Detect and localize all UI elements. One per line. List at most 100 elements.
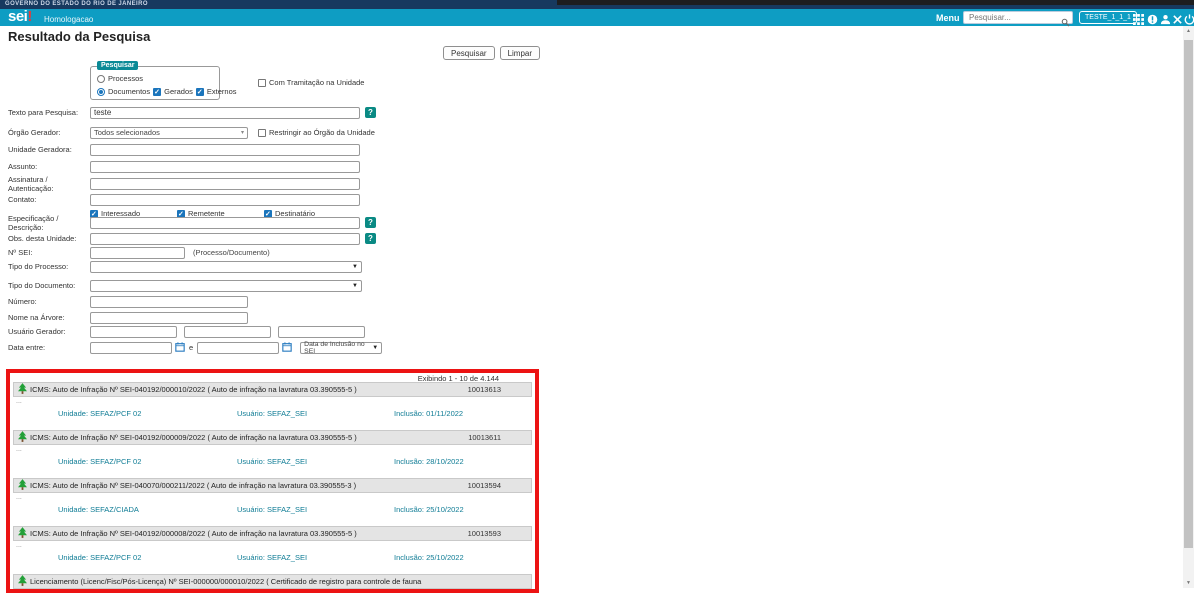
label-data-entre: Data entre: xyxy=(8,343,90,352)
unidade-geradora-input[interactable] xyxy=(90,144,360,156)
label-orgao-gerador: Órgão Gerador: xyxy=(8,128,90,137)
result-header[interactable]: ICMS: Auto de Infração Nº SEI-040192/000… xyxy=(13,382,532,397)
close-icon[interactable] xyxy=(1172,12,1184,23)
form-actions: Pesquisar Limpar xyxy=(443,46,540,60)
help-texto-icon[interactable]: ? xyxy=(365,107,376,118)
sei-logo[interactable]: sei! xyxy=(8,8,32,25)
result-usuario[interactable]: Usuário: SEFAZ_SEI xyxy=(237,553,394,562)
nsei-input[interactable] xyxy=(90,247,185,259)
search-type-fieldset: Pesquisar Processos Documentos Gerados E… xyxy=(90,66,220,100)
checkbox-restringir[interactable] xyxy=(258,129,266,137)
user-icon[interactable] xyxy=(1160,12,1172,23)
orgao-gerador-value: Todos selecionados xyxy=(94,128,160,137)
result-number: 10013613 xyxy=(468,385,501,394)
tipo-documento-select[interactable]: ▼ xyxy=(90,280,362,292)
government-bar-text: GOVERNO DO ESTADO DO RIO DE JANEIRO xyxy=(5,1,148,7)
clear-button[interactable]: Limpar xyxy=(500,46,540,60)
grid-icon[interactable] xyxy=(1133,12,1145,23)
texto-pesquisa-input[interactable] xyxy=(90,107,360,119)
usuario-gerador-input-2[interactable] xyxy=(184,326,271,338)
tree-icon[interactable] xyxy=(18,477,27,495)
calendar-icon[interactable] xyxy=(175,339,185,357)
radio-documentos[interactable] xyxy=(97,88,105,96)
result-header[interactable]: ICMS: Auto de Infração Nº SEI-040070/000… xyxy=(13,478,532,493)
result-unidade[interactable]: Unidade: SEFAZ/PCF 02 xyxy=(58,457,237,466)
result-item: ICMS: Auto de Infração Nº SEI-040070/000… xyxy=(10,478,535,526)
result-header[interactable]: Licenciamento (Licenc/Fisc/Pós-Licença) … xyxy=(13,574,532,589)
data-tipo-select[interactable]: Data de Inclusão no SEI ▼ xyxy=(300,342,382,354)
header-search[interactable] xyxy=(963,11,1073,24)
info-icon[interactable] xyxy=(1147,12,1159,23)
result-unidade[interactable]: Unidade: SEFAZ/PCF 02 xyxy=(58,409,237,418)
label-obs-unidade: Obs. desta Unidade: xyxy=(8,234,90,243)
chevron-down-icon: ▼ xyxy=(352,283,358,289)
contato-input[interactable] xyxy=(90,194,360,206)
calendar-icon[interactable] xyxy=(282,339,292,357)
result-unidade[interactable]: Unidade: SEFAZ/CIADA xyxy=(58,505,237,514)
result-header[interactable]: ICMS: Auto de Infração Nº SEI-040192/000… xyxy=(13,430,532,445)
result-title[interactable]: ICMS: Auto de Infração Nº SEI-040192/000… xyxy=(30,529,468,538)
menu-button[interactable]: Menu xyxy=(936,13,960,23)
label-tipo-documento: Tipo do Documento: xyxy=(8,281,90,290)
scroll-down-icon[interactable]: ▼ xyxy=(1183,580,1194,586)
header-search-input[interactable] xyxy=(967,12,1059,23)
radio-processos[interactable] xyxy=(97,75,105,83)
result-item: ICMS: Auto de Infração Nº SEI-040192/000… xyxy=(10,430,535,478)
search-button[interactable]: Pesquisar xyxy=(443,46,495,60)
result-title[interactable]: ICMS: Auto de Infração Nº SEI-040070/000… xyxy=(30,481,468,490)
current-user-button[interactable]: TESTE_1_1_1 xyxy=(1079,11,1137,24)
result-unidade[interactable]: Unidade: SEFAZ/PCF 02 xyxy=(58,553,237,562)
usuario-gerador-input-3[interactable] xyxy=(278,326,365,338)
numero-input[interactable] xyxy=(90,296,248,308)
usuario-gerador-input-1[interactable] xyxy=(90,326,177,338)
checkbox-externos-label: Externos xyxy=(207,87,237,96)
data-fim-input[interactable] xyxy=(197,342,279,354)
page-title: Resultado da Pesquisa xyxy=(8,29,150,44)
result-usuario[interactable]: Usuário: SEFAZ_SEI xyxy=(237,505,394,514)
tree-icon[interactable] xyxy=(18,525,27,543)
sei-logo-text: sei xyxy=(8,8,27,25)
result-title[interactable]: ICMS: Auto de Infração Nº SEI-040192/000… xyxy=(30,433,468,442)
search-icon[interactable] xyxy=(1061,14,1070,32)
result-inclusao: Inclusão: 25/10/2022 xyxy=(394,553,464,562)
result-number: 10013611 xyxy=(468,433,501,442)
between-e-label: e xyxy=(189,343,193,352)
assinatura-input[interactable] xyxy=(90,178,360,190)
result-usuario[interactable]: Usuário: SEFAZ_SEI xyxy=(237,457,394,466)
vertical-scrollbar[interactable]: ▲ ▼ xyxy=(1183,26,1194,588)
checkbox-gerados[interactable] xyxy=(153,88,161,96)
assunto-input[interactable] xyxy=(90,161,360,173)
label-unidade-geradora: Unidade Geradora: xyxy=(8,145,90,154)
help-especificacao-icon[interactable]: ? xyxy=(365,217,376,228)
tree-icon[interactable] xyxy=(18,429,27,447)
nsei-hint: (Processo/Documento) xyxy=(193,248,270,257)
power-icon[interactable] xyxy=(1184,12,1194,23)
tree-icon[interactable] xyxy=(18,573,27,591)
tipo-processo-select[interactable]: ▼ xyxy=(90,261,362,273)
help-obs-icon[interactable]: ? xyxy=(365,233,376,244)
result-number: 10013594 xyxy=(468,481,501,490)
scroll-up-icon[interactable]: ▲ xyxy=(1183,28,1194,34)
orgao-gerador-select[interactable]: Todos selecionados ▾ xyxy=(90,127,248,139)
scrollbar-thumb[interactable] xyxy=(1184,40,1193,548)
checkbox-gerados-label: Gerados xyxy=(164,87,193,96)
label-numero: Número: xyxy=(8,297,90,306)
environment-label: Homologacao xyxy=(44,15,93,24)
checkbox-tramitacao-label: Com Tramitação na Unidade xyxy=(269,78,364,87)
label-especificacao: Especificação / Descrição: xyxy=(8,214,90,232)
checkbox-externos[interactable] xyxy=(196,88,204,96)
result-usuario[interactable]: Usuário: SEFAZ_SEI xyxy=(237,409,394,418)
obs-unidade-input[interactable] xyxy=(90,233,360,245)
label-usuario-gerador: Usuário Gerador: xyxy=(8,327,90,336)
checkbox-tramitacao[interactable] xyxy=(258,79,266,87)
nome-arvore-input[interactable] xyxy=(90,312,248,324)
tree-icon[interactable] xyxy=(18,381,27,399)
result-title[interactable]: Licenciamento (Licenc/Fisc/Pós-Licença) … xyxy=(30,577,501,586)
result-header[interactable]: ICMS: Auto de Infração Nº SEI-040192/000… xyxy=(13,526,532,541)
data-tipo-value: Data de Inclusão no SEI xyxy=(304,341,372,355)
result-title[interactable]: ICMS: Auto de Infração Nº SEI-040192/000… xyxy=(30,385,468,394)
data-inicio-input[interactable] xyxy=(90,342,172,354)
label-contato: Contato: xyxy=(8,195,90,204)
app-header: sei! Homologacao Menu TESTE_1_1_1 xyxy=(0,9,1194,26)
especificacao-input[interactable] xyxy=(90,217,360,229)
